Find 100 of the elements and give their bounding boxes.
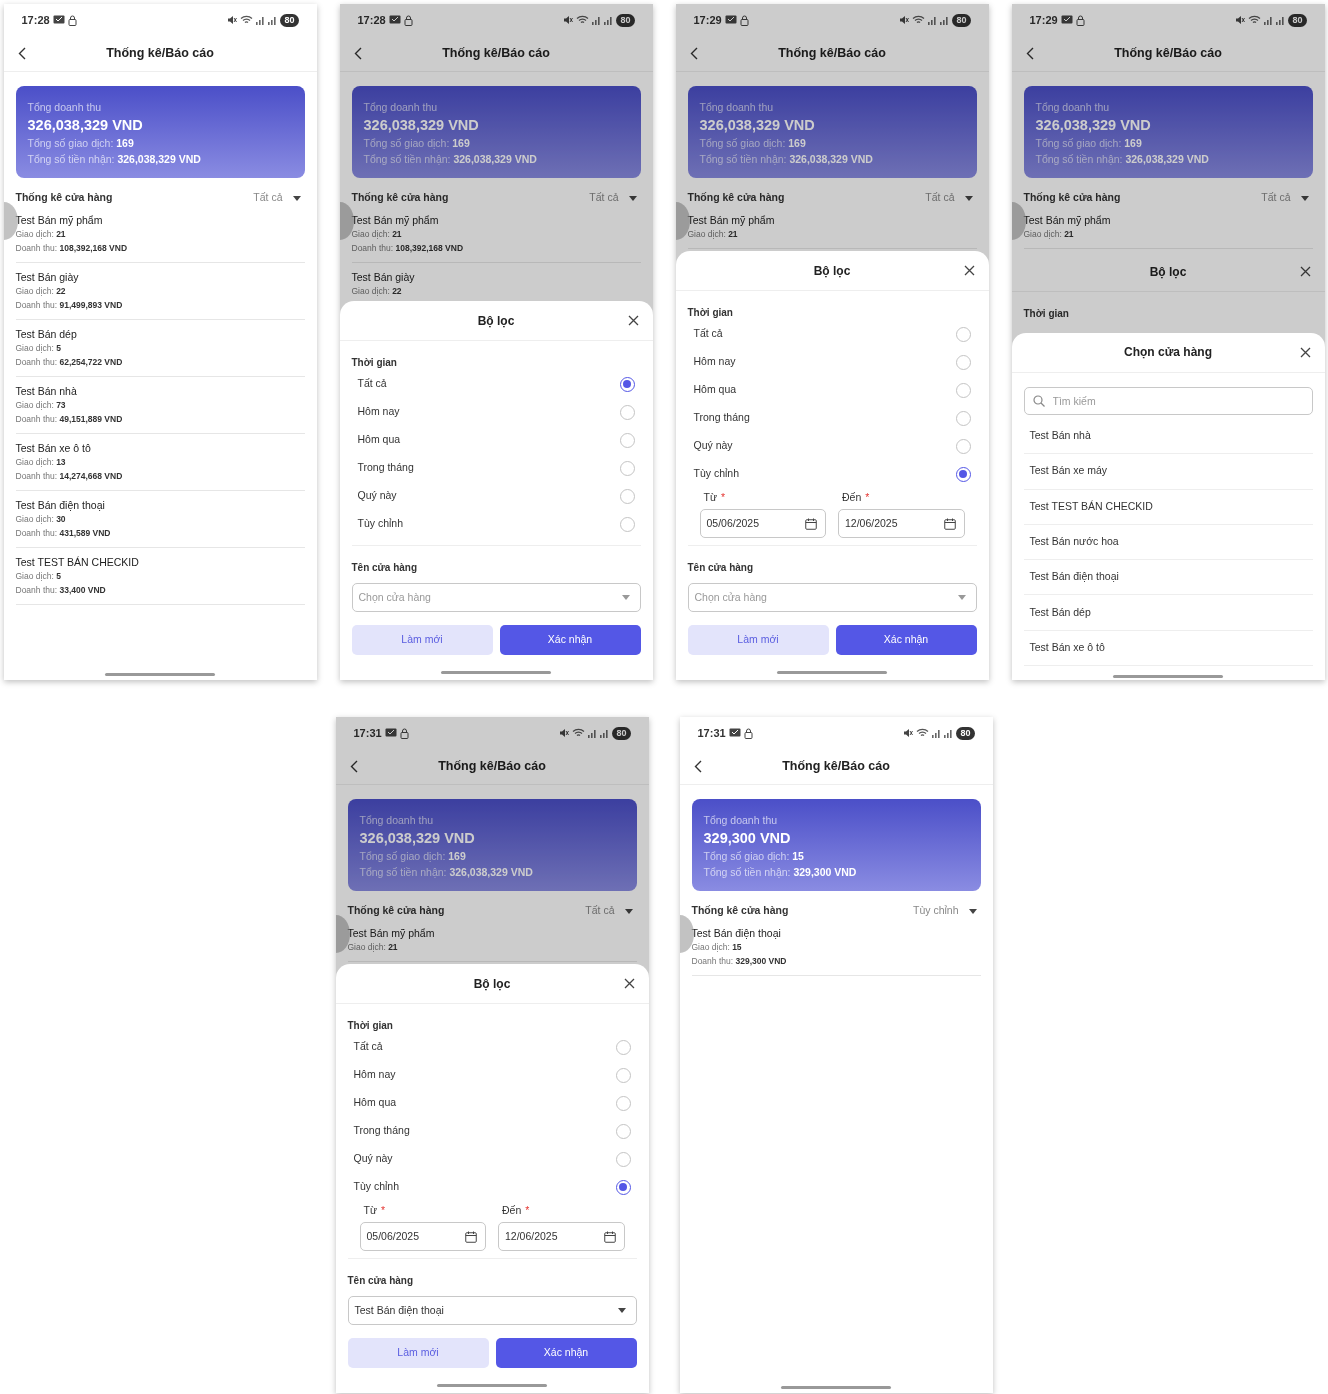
signal-icon — [928, 15, 938, 25]
mute-icon — [903, 728, 914, 738]
reset-button[interactable]: Làm mới — [351, 625, 493, 655]
store-name: Test Bán mỹ phẩm — [15, 213, 104, 227]
field-label: Đến — [842, 490, 862, 504]
mute-icon — [1235, 15, 1246, 25]
date-field[interactable]: 05/06/2025 — [359, 1222, 486, 1251]
close-icon[interactable] — [963, 265, 975, 276]
store-name: Test Bán xe ô tô — [15, 441, 92, 455]
battery-indicator: 80 — [1288, 13, 1307, 27]
section-label: Tên cửa hàng — [351, 561, 419, 575]
summary-label: Tổng doanh thu — [27, 100, 103, 115]
transactions-text: Giao dịch: 13 — [15, 456, 67, 469]
option-label: Trong tháng — [357, 460, 414, 476]
summary-line: Tổng số tiền nhận: 329,300 VND — [703, 865, 858, 880]
lock-icon — [399, 727, 409, 739]
close-icon[interactable] — [627, 315, 639, 326]
store-name: Test Bán mỹ phẩm — [687, 213, 776, 227]
back-icon[interactable] — [1025, 47, 1034, 60]
transactions-text: Giao dịch: 30 — [15, 513, 67, 526]
transactions-text: Giao dịch: 21 — [15, 228, 67, 241]
store-option[interactable]: Test Bán nhà — [1023, 418, 1313, 455]
store-option[interactable]: Test Bán dép — [1023, 595, 1313, 631]
section-title: Thống kê cửa hàng — [691, 903, 789, 919]
summary-line: Tổng số tiền nhận: 326,038,329 VND — [27, 152, 202, 167]
caret-icon — [292, 195, 301, 201]
section-label: Tên cửa hàng — [347, 1274, 415, 1288]
store-name: Test Bán mỹ phẩm — [1023, 213, 1112, 227]
option-label: Hôm qua — [353, 1095, 397, 1111]
signal-icon — [268, 15, 278, 25]
reset-button[interactable]: Làm mới — [347, 1338, 489, 1368]
summary-amount: 329,300 VND — [703, 829, 792, 848]
battery-indicator: 80 — [616, 13, 635, 27]
field-label: Từ — [703, 490, 717, 504]
summary-label: Tổng doanh thu — [363, 100, 439, 115]
back-icon[interactable] — [349, 760, 358, 773]
caret-icon — [628, 195, 637, 201]
back-icon[interactable] — [689, 47, 698, 60]
summary-line: Tổng số tiền nhận: 326,038,329 VND — [1035, 152, 1210, 167]
back-icon[interactable] — [693, 760, 702, 773]
filter-dropdown[interactable]: Tất cả — [585, 903, 615, 919]
store-name: Test Bán nhà — [15, 384, 78, 398]
search-field[interactable]: Tìm kiếm — [1023, 386, 1313, 415]
signal-icon — [604, 15, 614, 25]
confirm-button[interactable]: Xác nhận — [835, 625, 977, 655]
date-field[interactable]: 05/06/2025 — [699, 509, 826, 538]
confirm-button[interactable]: Xác nhận — [499, 625, 641, 655]
mute-icon — [227, 15, 238, 25]
battery-indicator: 80 — [956, 726, 975, 740]
back-icon[interactable] — [353, 47, 362, 60]
battery-indicator: 80 — [280, 13, 299, 27]
store-select[interactable]: Test Bán điện thoại — [347, 1296, 637, 1325]
caret-icon — [964, 195, 973, 201]
transactions-text: Giao dịch: 5 — [15, 570, 62, 583]
back-icon[interactable] — [17, 47, 26, 60]
store-option[interactable]: Test Bán xe máy — [1023, 454, 1313, 490]
filter-dropdown[interactable]: Tất cả — [1261, 190, 1291, 206]
option-label: Tất cả — [353, 1039, 383, 1055]
revenue-text: Doanh thu: 108,392,168 VND — [15, 242, 129, 255]
caret-icon — [624, 908, 633, 914]
store-option[interactable]: Test TEST BÁN CHECKID — [1023, 489, 1313, 525]
summary-amount: 326,038,329 VND — [699, 116, 816, 135]
sheet-title: Bộ lọc — [473, 975, 511, 993]
filter-dropdown[interactable]: Tất cả — [253, 190, 283, 206]
close-icon[interactable] — [1299, 266, 1311, 277]
summary-line: Tổng số tiền nhận: 326,038,329 VND — [363, 152, 538, 167]
store-select[interactable]: Chọn cửa hàng — [687, 583, 977, 612]
store-select[interactable]: Chọn cửa hàng — [351, 583, 641, 612]
close-icon[interactable] — [623, 978, 635, 989]
transactions-text: Giao dịch: 21 — [351, 228, 403, 241]
field-label: Từ — [363, 1203, 377, 1217]
search-icon — [1032, 394, 1045, 407]
filter-dropdown[interactable]: Tất cả — [925, 190, 955, 206]
section-title: Thống kê cửa hàng — [687, 190, 785, 206]
required-mark: * — [525, 1203, 530, 1217]
transactions-text: Giao dịch: 15 — [691, 941, 743, 954]
store-option[interactable]: Test Bán điện thoại — [1023, 560, 1313, 596]
status-time: 17:29 — [693, 12, 722, 28]
filter-dropdown[interactable]: Tùy chỉnh — [912, 903, 959, 919]
page-title: Thống kê/Báo cáo — [442, 45, 550, 63]
close-icon[interactable] — [1299, 346, 1311, 358]
page-title: Thống kê/Báo cáo — [438, 758, 546, 776]
revenue-text: Doanh thu: 33,400 VND — [15, 584, 107, 597]
store-option[interactable]: Test Bán nước hoa — [1023, 524, 1313, 561]
transactions-text: Giao dịch: 22 — [15, 285, 67, 298]
transactions-text: Giao dịch: 22 — [351, 285, 403, 298]
filter-dropdown[interactable]: Tất cả — [589, 190, 619, 206]
caret-icon — [957, 595, 966, 600]
summary-line: Tổng số giao dịch: 169 — [699, 136, 807, 151]
confirm-button[interactable]: Xác nhận — [495, 1338, 637, 1368]
revenue-text: Doanh thu: 329,300 VND — [691, 955, 788, 968]
page-title: Thống kê/Báo cáo — [106, 45, 214, 63]
summary-line: Tổng số giao dịch: 169 — [363, 136, 471, 151]
wifi-icon — [240, 15, 254, 25]
date-field[interactable]: 12/06/2025 — [838, 509, 965, 538]
battery-indicator: 80 — [952, 13, 971, 27]
store-option[interactable]: Test Bán xe ô tô — [1023, 630, 1313, 666]
date-field[interactable]: 12/06/2025 — [498, 1222, 625, 1251]
signal-icon — [940, 15, 950, 25]
reset-button[interactable]: Làm mới — [687, 625, 829, 655]
